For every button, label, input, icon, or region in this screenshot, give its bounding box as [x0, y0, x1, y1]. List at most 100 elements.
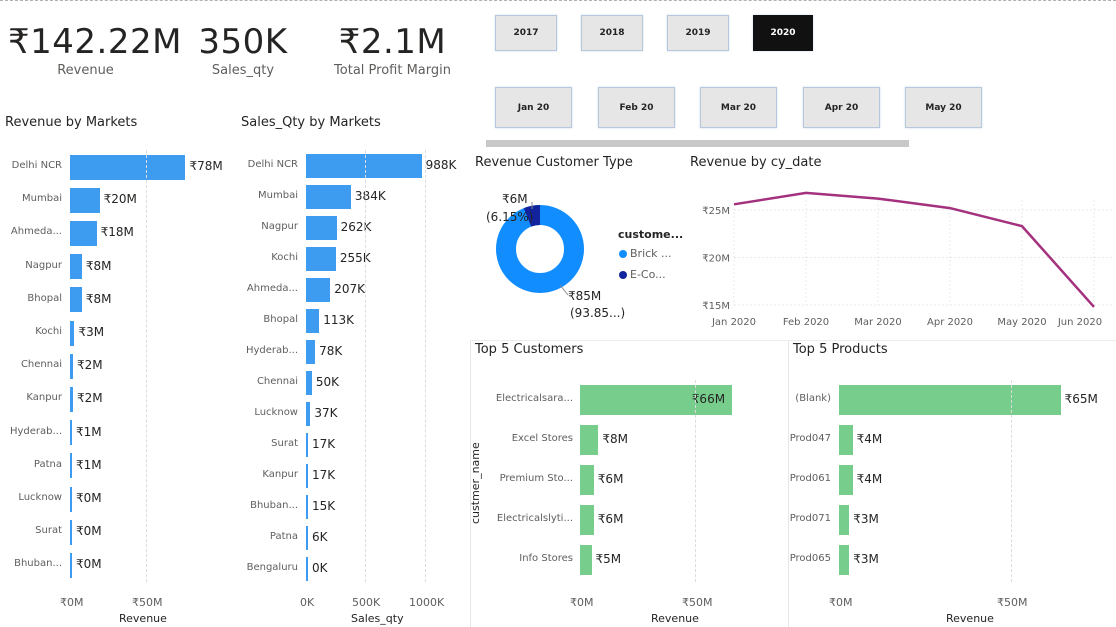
top5-customers-category-label: Electricalsara...: [495, 393, 573, 404]
revenue-by-markets-bar[interactable]: [70, 220, 97, 246]
top5-products-bar[interactable]: [839, 545, 850, 575]
sales-qty-by-markets-bar[interactable]: [306, 464, 308, 488]
top5-products-tick: ₹50M: [997, 596, 1028, 609]
revenue-by-markets-bar[interactable]: [70, 287, 82, 313]
revenue-by-markets-category-label: Hyderab...: [9, 425, 62, 437]
sales-qty-by-markets-bar[interactable]: [306, 309, 320, 333]
year-button-2018[interactable]: 2018: [581, 15, 643, 51]
sales-qty-by-markets-bar[interactable]: [306, 371, 312, 395]
sales-qty-by-markets-bar[interactable]: [306, 557, 308, 581]
revenue-by-markets-value-label: ₹18M: [100, 225, 134, 240]
top5-products-bar[interactable]: [839, 385, 1061, 415]
legend-label-brick[interactable]: Brick ...: [630, 247, 672, 260]
sales-qty-by-markets-bar[interactable]: [306, 216, 337, 240]
year-button-2017[interactable]: 2017: [495, 15, 557, 51]
sales-qty-by-markets-value-label: 988K: [425, 158, 457, 172]
month-button-may[interactable]: May 20: [905, 87, 982, 128]
top5-customers-tick: ₹50M: [682, 596, 713, 609]
revenue-by-markets-value-label: ₹1M: [76, 457, 102, 472]
sales-qty-by-markets-bar[interactable]: [306, 495, 308, 519]
sales-qty-by-markets-bar[interactable]: [306, 340, 316, 364]
revenue-by-markets-category-label: Kanpur: [26, 392, 62, 404]
donut-big-value-label: ₹85M: [568, 289, 602, 303]
panel-divider: [470, 340, 1116, 341]
sales-qty-by-markets-bar[interactable]: [306, 278, 331, 302]
year-button-2020[interactable]: 2020: [753, 15, 813, 51]
sales-qty-by-markets-value-label: 37K: [314, 406, 338, 420]
revenue-by-markets-bar[interactable]: [70, 486, 72, 512]
sales-qty-by-markets-value-label: 50K: [315, 375, 339, 389]
sales-qty-by-markets-bar[interactable]: [306, 526, 308, 550]
sales-qty-by-markets-category-label: Bhuban...: [250, 500, 298, 511]
revenue-by-markets-bar[interactable]: [70, 187, 100, 213]
donut-slice-brick-and-mortar: [496, 205, 584, 293]
revenue-by-markets-bar[interactable]: [70, 254, 82, 280]
legend-label-ecommerce[interactable]: E-Co...: [630, 268, 666, 281]
sales-qty-by-markets-value-label: 6K: [312, 530, 328, 544]
top5-products-gridline: [1011, 380, 1012, 582]
revenue-by-markets-value-label: ₹2M: [76, 358, 103, 373]
revenue-by-markets-tick: ₹0M: [60, 596, 84, 609]
sales-qty-by-markets-bar[interactable]: [306, 185, 351, 209]
sales-qty-by-markets-category-label: Chennai: [256, 376, 298, 387]
line-chart-ytick: ₹25M: [702, 206, 730, 217]
sales-qty-by-markets-category-label: Lucknow: [254, 407, 298, 418]
revenue-by-markets-value-label: ₹8M: [85, 291, 112, 306]
sales-qty-by-markets-category-label: Patna: [269, 531, 298, 542]
year-button-2019[interactable]: 2019: [667, 15, 729, 51]
revenue-by-markets-value-label: ₹78M: [189, 159, 223, 173]
revenue-by-markets-bar[interactable]: [70, 154, 186, 180]
donut-big-pct-label: (93.85...): [570, 306, 626, 320]
revenue-by-markets-category-label: Chennai: [20, 359, 62, 371]
top5-products-value-label: ₹4M: [856, 432, 883, 446]
revenue-by-markets-bar[interactable]: [70, 519, 72, 545]
kpi-sales-qty-value: 350K: [198, 22, 288, 62]
top5-products-category-label: Prod071: [789, 513, 831, 524]
month-button-feb[interactable]: Feb 20: [598, 87, 675, 128]
top5-products-value-label: ₹65M: [1064, 392, 1098, 406]
top5-customers-ylabel: custmer_name: [469, 442, 482, 524]
revenue-by-markets-bar[interactable]: [70, 386, 73, 412]
kpi-revenue-value: ₹142.22M: [8, 22, 182, 62]
line-chart-xtick: Jan 2020: [711, 317, 756, 328]
top5-customers-bar[interactable]: [580, 505, 594, 535]
top5-customers-gridline: [695, 380, 696, 582]
sales-qty-by-markets-value-label: 0K: [312, 561, 328, 575]
revenue-by-markets-bar[interactable]: [70, 552, 72, 578]
month-slicer-scrollbar[interactable]: [486, 140, 909, 147]
revenue-by-markets-bar[interactable]: [70, 320, 75, 346]
revenue-by-markets-category-label: Surat: [35, 525, 62, 537]
top5-customers-bar[interactable]: [580, 465, 594, 495]
revenue-by-markets-category-label: Lucknow: [18, 492, 62, 503]
legend-dot-brick: [619, 250, 627, 258]
sales-qty-by-markets-bar[interactable]: [306, 433, 308, 457]
top5-customers-value-label: ₹8M: [602, 432, 629, 446]
top5-customers-category-label: Electricalslyti...: [496, 513, 573, 524]
month-button-jan[interactable]: Jan 20: [495, 87, 572, 128]
sales-qty-by-markets-tick: 0K: [300, 596, 315, 609]
top5-products-value-label: ₹4M: [856, 472, 883, 486]
top5-customers-bar[interactable]: [580, 425, 599, 455]
revenue-by-markets-value-label: ₹0M: [76, 557, 102, 572]
revenue-by-markets-category-label: Nagpur: [25, 259, 62, 271]
sales-qty-by-markets-bar[interactable]: [306, 247, 336, 271]
top5-products-bar[interactable]: [839, 465, 853, 495]
top5-customers-bar[interactable]: [580, 545, 592, 575]
kpi-profit-margin-value: ₹2.1M: [338, 22, 447, 62]
donut-small-pct-label: (6.15%): [486, 210, 534, 224]
sales-qty-by-markets-category-label: Delhi NCR: [247, 159, 298, 170]
month-button-apr[interactable]: Apr 20: [803, 87, 880, 128]
sales-qty-by-markets-category-label: Hyderab...: [245, 345, 298, 356]
month-button-mar[interactable]: Mar 20: [700, 87, 777, 128]
revenue-by-markets-xlabel: Revenue: [119, 612, 167, 625]
sales-qty-by-markets-category-label: Bengaluru: [246, 562, 298, 573]
revenue-by-markets-category-label: Patna: [33, 458, 62, 470]
revenue-by-markets-bar[interactable]: [70, 420, 72, 446]
sales-qty-by-markets-bar[interactable]: [306, 154, 422, 178]
revenue-by-markets-bar[interactable]: [70, 353, 73, 379]
top5-products-bar[interactable]: [839, 425, 853, 455]
top5-products-bar[interactable]: [839, 505, 850, 535]
revenue-by-cy-date-chart: ₹25M ₹20M ₹15M Jan 2020 Feb 2020 Mar 2020 Apr …: [702, 191, 1114, 328]
revenue-by-markets-bar[interactable]: [70, 453, 72, 479]
sales-qty-by-markets-bar[interactable]: [306, 402, 311, 426]
